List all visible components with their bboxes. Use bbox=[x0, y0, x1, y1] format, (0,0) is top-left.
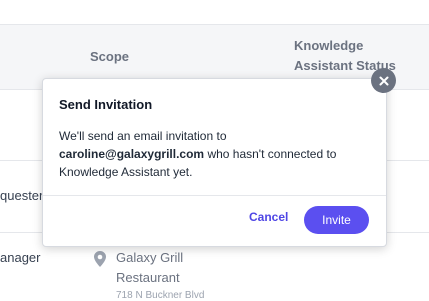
dialog-message: We'll send an email invitation to caroli… bbox=[59, 127, 369, 181]
dialog-message-prefix: We'll send an email invitation to bbox=[59, 129, 227, 143]
invite-button[interactable]: Invite bbox=[304, 206, 369, 234]
invitee-email: caroline@galaxygrill.com bbox=[59, 147, 205, 161]
cancel-button[interactable]: Cancel bbox=[249, 210, 288, 224]
close-dialog-button[interactable] bbox=[371, 68, 396, 93]
dialog-divider bbox=[43, 195, 386, 196]
close-icon bbox=[379, 76, 389, 86]
send-invitation-dialog: Send Invitation We'll send an email invi… bbox=[42, 78, 387, 247]
dialog-title: Send Invitation bbox=[59, 97, 153, 112]
